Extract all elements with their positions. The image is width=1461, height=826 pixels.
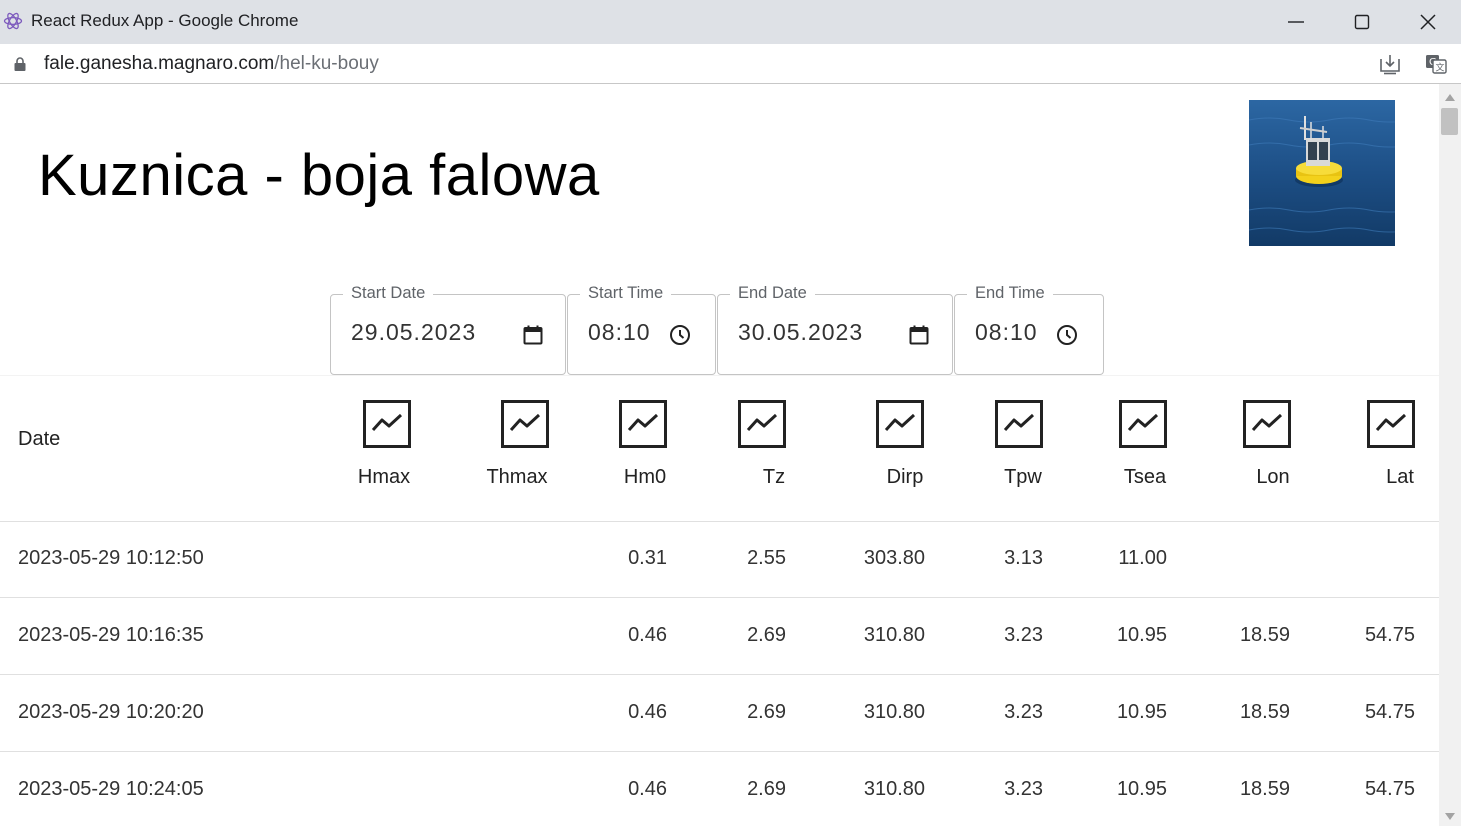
column-header-dirp[interactable]: Dirp <box>855 466 955 489</box>
cell-lat: 54.75 <box>1364 624 1415 646</box>
calendar-icon[interactable] <box>907 323 931 347</box>
window-title: React Redux App - Google Chrome <box>31 11 299 30</box>
cell-dirp: 303.80 <box>863 547 925 569</box>
show-chart-icon[interactable] <box>501 400 549 448</box>
show-chart-icon[interactable] <box>619 400 667 448</box>
start-date-value[interactable]: 29.05.2023 <box>351 319 476 346</box>
show-chart-icon[interactable] <box>1119 400 1167 448</box>
cell-hm0: 0.46 <box>628 778 667 800</box>
cell-tpw: 3.23 <box>1004 701 1043 723</box>
cell-tsea: 10.95 <box>1116 778 1167 800</box>
end-date-field[interactable]: End Date 30.05.2023 <box>717 284 953 375</box>
cell-date: 2023-05-29 10:12:50 <box>18 547 204 569</box>
close-icon <box>1420 14 1436 30</box>
cell-hm0: 0.31 <box>628 547 667 569</box>
show-chart-icon[interactable] <box>1367 400 1415 448</box>
cell-lon: 18.59 <box>1239 624 1290 646</box>
close-button[interactable] <box>1395 0 1461 44</box>
react-app-icon <box>3 12 23 30</box>
address-bar[interactable]: fale.ganesha.magnaro.com/hel-ku-bouy G 文 <box>0 44 1461 84</box>
end-date-label: End Date <box>730 284 815 303</box>
maximize-icon <box>1354 14 1370 30</box>
cell-date: 2023-05-29 10:16:35 <box>18 624 204 646</box>
column-header-hmax[interactable]: Hmax <box>334 466 434 489</box>
table-row: 2023-05-29 10:16:35 0.46 2.69 310.80 3.23 10.… <box>0 597 1439 675</box>
scroll-up-arrow-icon[interactable] <box>1445 94 1455 101</box>
clock-icon[interactable] <box>668 323 692 347</box>
cell-lon: 18.59 <box>1239 778 1290 800</box>
end-time-field[interactable]: End Time 08:10 <box>954 284 1104 375</box>
table-row: 2023-05-29 10:24:05 0.46 2.69 310.80 3.23 10.… <box>0 751 1439 826</box>
start-date-field[interactable]: Start Date 29.05.2023 <box>330 284 566 375</box>
start-date-label: Start Date <box>343 284 434 303</box>
install-app-icon[interactable] <box>1378 52 1402 76</box>
page-content: Kuznica - boja falowa Start Date 29.05.2… <box>0 84 1439 826</box>
column-header-tpw[interactable]: Tpw <box>973 466 1073 489</box>
show-chart-icon[interactable] <box>1243 400 1291 448</box>
cell-lon: 18.59 <box>1239 701 1290 723</box>
cell-hm0: 0.46 <box>628 624 667 646</box>
vertical-scrollbar[interactable] <box>1439 84 1461 826</box>
scrollbar-thumb[interactable] <box>1441 108 1458 135</box>
cell-tsea: 10.95 <box>1116 624 1167 646</box>
table-header: Date Hmax Thmax Hm0 Tz Dirp Tpw Tsea Lon Lat <box>0 375 1439 522</box>
clock-icon[interactable] <box>1055 323 1079 347</box>
cell-tz: 2.69 <box>747 624 786 646</box>
column-header-tz[interactable]: Tz <box>724 466 824 489</box>
cell-tsea: 11.00 <box>1118 547 1167 569</box>
svg-text:文: 文 <box>1436 62 1445 74</box>
start-time-value[interactable]: 08:10 <box>588 319 651 346</box>
column-header-thmax[interactable]: Thmax <box>467 466 567 489</box>
column-header-lat[interactable]: Lat <box>1350 466 1439 489</box>
show-chart-icon[interactable] <box>363 400 411 448</box>
column-header-lon[interactable]: Lon <box>1223 466 1323 489</box>
cell-dirp: 310.80 <box>863 701 925 723</box>
buoy-photo <box>1249 100 1395 246</box>
table-row: 2023-05-29 10:20:20 0.46 2.69 310.80 3.23 10.… <box>0 674 1439 752</box>
cell-dirp: 310.80 <box>863 624 925 646</box>
cell-date: 2023-05-29 10:24:05 <box>18 778 204 800</box>
show-chart-icon[interactable] <box>995 400 1043 448</box>
show-chart-icon[interactable] <box>738 400 786 448</box>
show-chart-icon[interactable] <box>876 400 924 448</box>
date-column-header: Date <box>18 428 61 450</box>
cell-tpw: 3.13 <box>1004 547 1043 569</box>
cell-dirp: 310.80 <box>863 778 925 800</box>
cell-date: 2023-05-29 10:20:20 <box>18 701 204 723</box>
url-host: fale.ganesha.magnaro.com <box>44 53 275 74</box>
translate-icon[interactable]: G 文 <box>1424 52 1448 76</box>
scroll-down-arrow-icon[interactable] <box>1445 813 1455 820</box>
page-title: Kuznica - boja falowa <box>38 143 600 208</box>
cell-lat: 54.75 <box>1364 778 1415 800</box>
window-titlebar: React Redux App - Google Chrome <box>0 0 1461 44</box>
start-time-label: Start Time <box>580 284 672 303</box>
cell-tz: 2.69 <box>747 701 786 723</box>
minimize-button[interactable] <box>1263 0 1329 44</box>
end-time-label: End Time <box>967 284 1053 303</box>
maximize-button[interactable] <box>1329 0 1395 44</box>
cell-lat: 54.75 <box>1364 701 1415 723</box>
end-date-value[interactable]: 30.05.2023 <box>738 319 863 346</box>
cell-tpw: 3.23 <box>1004 624 1043 646</box>
url-path: /hel-ku-bouy <box>274 53 379 74</box>
lock-icon <box>14 57 26 71</box>
calendar-icon[interactable] <box>521 323 545 347</box>
cell-tsea: 10.95 <box>1116 701 1167 723</box>
table-row: 2023-05-29 10:12:50 0.31 2.55 303.80 3.13 11.… <box>0 520 1439 598</box>
url-text[interactable]: fale.ganesha.magnaro.com/hel-ku-bouy <box>44 53 379 75</box>
cell-tz: 2.55 <box>747 547 786 569</box>
column-header-hm0[interactable]: Hm0 <box>595 466 695 489</box>
minimize-icon <box>1288 21 1304 23</box>
cell-tpw: 3.23 <box>1004 778 1043 800</box>
end-time-value[interactable]: 08:10 <box>975 319 1038 346</box>
column-header-tsea[interactable]: Tsea <box>1095 466 1195 489</box>
cell-hm0: 0.46 <box>628 701 667 723</box>
start-time-field[interactable]: Start Time 08:10 <box>567 284 716 375</box>
cell-tz: 2.69 <box>747 778 786 800</box>
